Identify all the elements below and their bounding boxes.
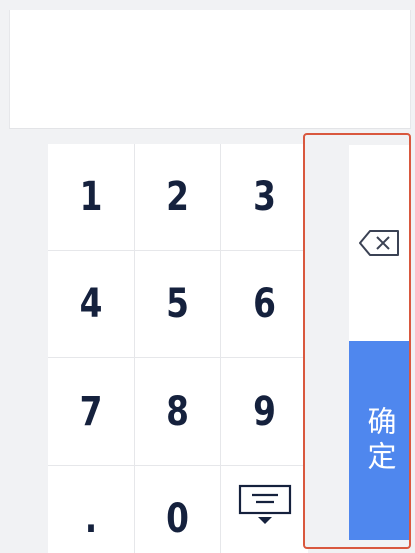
key-0[interactable]: 0 (135, 466, 220, 553)
key-8[interactable]: 8 (135, 358, 220, 465)
confirm-button[interactable]: 确定 (349, 341, 409, 540)
action-panel: 确定 (303, 133, 411, 549)
key-0-label: 0 (166, 496, 189, 542)
keyboard-hide-icon (238, 484, 291, 524)
key-5[interactable]: 5 (135, 251, 220, 357)
confirm-label: 确定 (363, 405, 397, 476)
key-9[interactable]: 9 (221, 358, 308, 465)
key-7[interactable]: 7 (48, 358, 134, 465)
key-3[interactable]: 3 (221, 144, 308, 250)
key-2-label: 2 (166, 174, 189, 220)
key-2[interactable]: 2 (135, 144, 220, 250)
key-decimal[interactable]: . (48, 466, 134, 553)
key-8-label: 8 (166, 388, 189, 435)
backspace-button[interactable] (349, 145, 409, 341)
key-6-label: 6 (253, 281, 276, 327)
hide-keyboard-button[interactable] (221, 466, 308, 553)
key-1[interactable]: 1 (48, 144, 134, 250)
amount-display (9, 10, 411, 129)
backspace-icon (359, 230, 399, 256)
key-3-label: 3 (253, 174, 276, 220)
key-decimal-label: . (84, 496, 98, 542)
key-1-label: 1 (79, 174, 103, 220)
key-4[interactable]: 4 (48, 251, 134, 357)
key-5-label: 5 (166, 281, 189, 327)
key-6[interactable]: 6 (221, 251, 308, 357)
key-9-label: 9 (253, 388, 276, 435)
key-7-label: 7 (79, 388, 103, 435)
key-4-label: 4 (79, 281, 103, 327)
number-keypad: 1 2 3 4 5 6 7 8 9 . 0 (48, 144, 308, 553)
